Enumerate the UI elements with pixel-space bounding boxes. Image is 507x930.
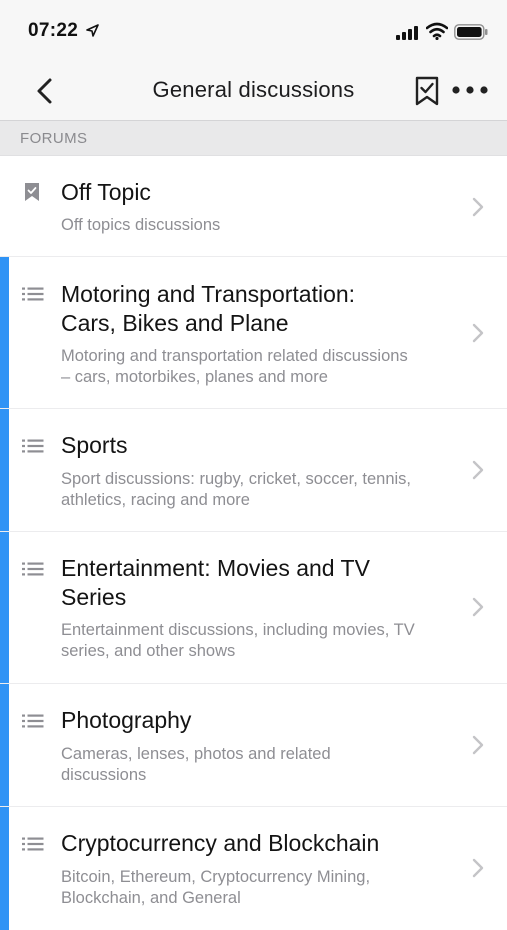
unread-indicator (0, 684, 9, 806)
unread-indicator (0, 409, 9, 531)
forum-item-sports[interactable]: Sports Sport discussions: rugby, cricket… (0, 409, 507, 532)
forum-description: Sport discussions: rugby, cricket, socce… (61, 470, 412, 509)
forum-title: Cryptocurrency and Blockchain (61, 830, 380, 856)
status-bar: 07:22 (0, 0, 507, 62)
forum-description: Cameras, lenses, photos and related disc… (61, 745, 331, 784)
forum-description: Off topics discussions (61, 216, 221, 234)
forum-item-motoring[interactable]: Motoring and Transportation: Cars, Bikes… (0, 257, 507, 409)
list-icon (22, 287, 44, 301)
forum-item-photography[interactable]: Photography Cameras, lenses, photos and … (0, 684, 507, 807)
more-options-icon[interactable] (451, 82, 489, 98)
wifi-icon (426, 22, 448, 40)
forum-title: Sports (61, 432, 128, 458)
unread-indicator (0, 257, 9, 408)
list-icon (22, 714, 44, 728)
forum-title: Entertainment: Movies and TV Series (61, 555, 370, 610)
unread-indicator (0, 532, 9, 683)
forum-description: Bitcoin, Ethereum, Cryptocurrency Mining… (61, 868, 371, 907)
chevron-right-icon (472, 460, 484, 480)
forum-description: Motoring and transportation related disc… (61, 347, 408, 386)
navigation-bar: General discussions (0, 62, 507, 120)
status-time: 07:22 (28, 20, 79, 41)
forum-item-entertainment[interactable]: Entertainment: Movies and TV Series Ente… (0, 532, 507, 684)
cellular-signal-icon (396, 26, 418, 40)
bookmark-check-icon[interactable] (414, 76, 440, 106)
list-icon (22, 837, 44, 851)
chevron-right-icon (472, 323, 484, 343)
forum-title: Off Topic (61, 179, 151, 205)
chevron-right-icon (472, 597, 484, 617)
list-icon (22, 439, 44, 453)
forums-section-header: FORUMS (0, 120, 507, 156)
battery-icon (454, 24, 488, 40)
bookmark-filled-icon (25, 183, 39, 201)
forum-item-off-topic[interactable]: Off Topic Off topics discussions (0, 156, 507, 257)
forum-title: Photography (61, 707, 192, 733)
chevron-right-icon (472, 197, 484, 217)
forum-title: Motoring and Transportation: Cars, Bikes… (61, 281, 356, 336)
chevron-right-icon (472, 735, 484, 755)
chevron-right-icon (472, 858, 484, 878)
forum-description: Entertainment discussions, including mov… (61, 621, 415, 660)
forum-item-cryptocurrency[interactable]: Cryptocurrency and Blockchain Bitcoin, E… (0, 807, 507, 930)
location-arrow-icon (86, 24, 99, 37)
list-icon (22, 562, 44, 576)
unread-indicator (0, 807, 9, 930)
section-label: FORUMS (20, 130, 88, 147)
